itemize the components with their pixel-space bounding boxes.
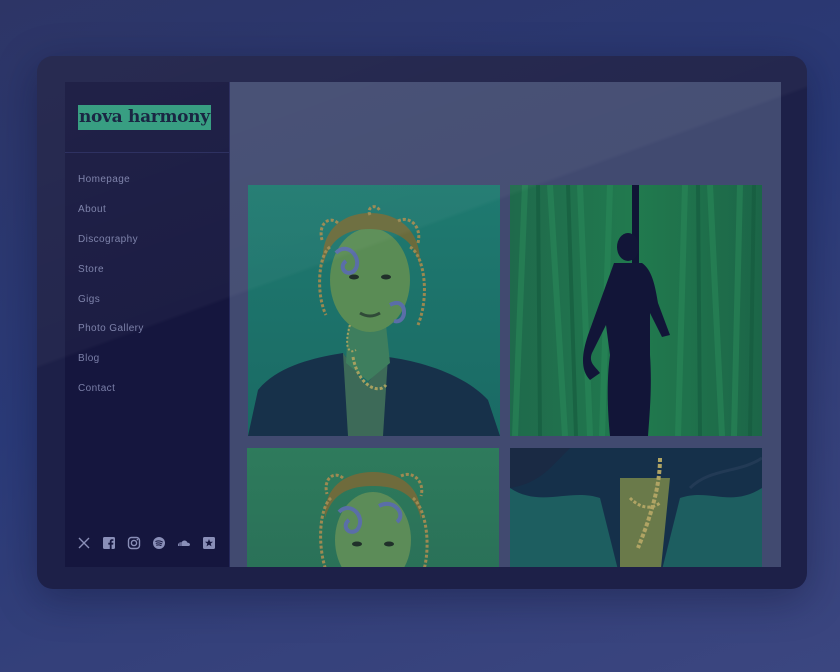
photo-silhouette-curtains xyxy=(510,185,762,436)
gallery-photo[interactable] xyxy=(510,448,762,567)
gallery-photo[interactable] xyxy=(248,185,500,436)
nav-item-about[interactable]: About xyxy=(65,195,229,225)
soundcloud-icon[interactable] xyxy=(177,536,191,550)
nav-link[interactable]: Gigs xyxy=(78,294,100,305)
logo-area: nova harmony xyxy=(65,82,229,153)
bandsintown-icon[interactable] xyxy=(202,536,216,550)
sidebar: nova harmony Homepage About Discography … xyxy=(65,82,230,567)
browser-screen: nova harmony Homepage About Discography … xyxy=(65,82,781,567)
photo-jacket-chain xyxy=(510,448,762,567)
device-frame: nova harmony Homepage About Discography … xyxy=(37,56,807,589)
nav-link[interactable]: Discography xyxy=(78,234,138,245)
nav-item-store[interactable]: Store xyxy=(65,254,229,284)
nav-item-homepage[interactable]: Homepage xyxy=(65,165,229,195)
gallery-photo[interactable] xyxy=(247,448,499,567)
nav-link[interactable]: Store xyxy=(78,264,104,275)
nav-item-blog[interactable]: Blog xyxy=(65,344,229,374)
nav-item-photo-gallery[interactable]: Photo Gallery xyxy=(65,314,229,344)
facebook-icon[interactable] xyxy=(102,536,116,550)
site-logo[interactable]: nova harmony xyxy=(78,105,211,130)
gallery-photo[interactable] xyxy=(510,185,762,436)
nav-link[interactable]: Homepage xyxy=(78,174,130,185)
main-navigation: Homepage About Discography Store Gigs Ph… xyxy=(65,153,229,403)
nav-link[interactable]: About xyxy=(78,204,106,215)
nav-link[interactable]: Photo Gallery xyxy=(78,323,144,334)
x-icon[interactable] xyxy=(77,536,91,550)
nav-link[interactable]: Blog xyxy=(78,353,100,364)
nav-item-discography[interactable]: Discography xyxy=(65,225,229,255)
nav-item-contact[interactable]: Contact xyxy=(65,374,229,404)
photo-portrait-closeup xyxy=(247,448,499,567)
nav-link[interactable]: Contact xyxy=(78,383,115,394)
nav-item-gigs[interactable]: Gigs xyxy=(65,284,229,314)
photo-portrait-braids xyxy=(248,185,500,436)
social-links xyxy=(77,536,216,550)
spotify-icon[interactable] xyxy=(152,536,166,550)
instagram-icon[interactable] xyxy=(127,536,141,550)
gallery-content xyxy=(230,82,781,567)
